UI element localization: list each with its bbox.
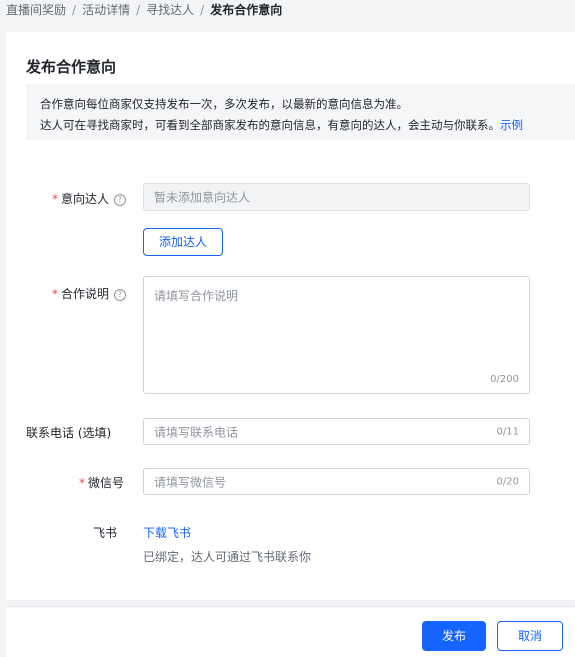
wechat-label-text: 微信号 (88, 476, 125, 490)
publish-button[interactable]: 发布 (422, 621, 486, 651)
description-textarea[interactable]: 请填写合作说明 0/200 (143, 276, 530, 394)
description-counter: 0/200 (490, 374, 519, 385)
breadcrumb-item-activity-detail[interactable]: 活动详情 (82, 3, 130, 17)
wechat-placeholder: 请填写微信号 (154, 475, 227, 489)
notice-box: 合作意向每位商家仅支持发布一次，多次发布，以最新的意向信息为准。 达人可在寻找商… (26, 84, 575, 140)
breadcrumb-separator: / (200, 3, 205, 17)
help-icon[interactable]: ? (114, 288, 127, 301)
description-label-text: 合作说明 (61, 287, 110, 301)
phone-label: 联系电话 (选填) (26, 426, 112, 440)
add-creator-button[interactable]: 添加达人 (143, 228, 223, 256)
wechat-counter: 0/20 (496, 476, 519, 487)
help-icon[interactable]: ? (114, 193, 127, 206)
cancel-button[interactable]: 取消 (497, 621, 563, 651)
breadcrumb-current: 发布合作意向 (210, 3, 283, 17)
creator-label: * 意向达人? (52, 190, 127, 207)
required-mark: * (52, 192, 58, 206)
description-placeholder: 请填写合作说明 (154, 289, 239, 303)
description-label: * 合作说明? (52, 285, 127, 302)
phone-input[interactable]: 请填写联系电话 0/11 (143, 418, 530, 445)
notice-line-2: 达人可在寻找商家时，可看到全部商家发布的意向信息，有意向的达人，会主动与你联系。… (40, 117, 523, 133)
phone-placeholder: 请填写联系电话 (154, 425, 239, 439)
example-link[interactable]: 示例 (500, 118, 523, 132)
creator-input: 暂未添加意向达人 (143, 183, 530, 211)
breadcrumb-separator: / (136, 3, 141, 17)
required-mark: * (52, 287, 58, 301)
breadcrumb-item-live-reward[interactable]: 直播间奖励 (6, 3, 66, 17)
required-mark: * (79, 476, 85, 490)
breadcrumb-separator: / (72, 3, 77, 17)
phone-counter: 0/11 (496, 426, 519, 437)
page-title: 发布合作意向 (26, 58, 117, 76)
notice-line-2-text: 达人可在寻找商家时，可看到全部商家发布的意向信息，有意向的达人，会主动与你联系。 (40, 118, 500, 132)
wechat-input[interactable]: 请填写微信号 0/20 (143, 468, 530, 495)
creator-placeholder: 暂未添加意向达人 (154, 190, 251, 205)
feishu-label: 飞书 (93, 526, 118, 540)
breadcrumb-item-find-creator[interactable]: 寻找达人 (146, 3, 194, 17)
feishu-bound-text: 已绑定，达人可通过飞书联系你 (143, 550, 312, 564)
wechat-label: * 微信号 (79, 474, 124, 491)
breadcrumb: 直播间奖励 / 活动详情 / 寻找达人 / 发布合作意向 (6, 0, 282, 20)
footer-bar: 发布 取消 (6, 606, 575, 657)
download-feishu-link[interactable]: 下载飞书 (143, 524, 191, 541)
creator-label-text: 意向达人 (61, 192, 110, 206)
form-card: 发布合作意向 合作意向每位商家仅支持发布一次，多次发布，以最新的意向信息为准。 … (6, 32, 575, 600)
notice-line-1: 合作意向每位商家仅支持发布一次，多次发布，以最新的意向信息为准。 (40, 97, 408, 111)
